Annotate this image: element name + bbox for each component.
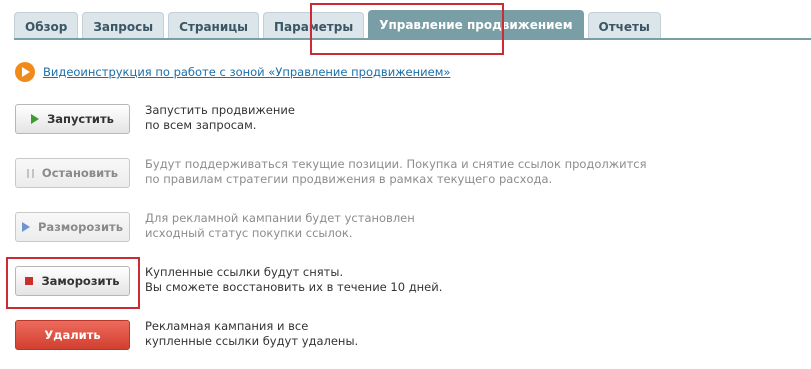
stop-button[interactable]: Остановить xyxy=(15,158,130,188)
start-button-label: Запустить xyxy=(47,112,114,126)
start-description-line1: Запустить продвижение xyxy=(145,103,295,117)
stop-description-line1: Будут поддерживаться текущие позиции. По… xyxy=(145,157,647,171)
play-icon xyxy=(31,114,40,124)
tab-queries[interactable]: Запросы xyxy=(82,12,165,40)
active-tab-highlight-frame xyxy=(310,3,504,55)
delete-action-row: Удалить Рекламная кампания и все купленн… xyxy=(15,319,358,350)
unfreeze-description-line2: исходный статус покупки ссылок. xyxy=(145,226,353,240)
stop-button-label: Остановить xyxy=(41,166,119,180)
start-action-row: Запустить Запустить продвижение по всем … xyxy=(15,103,295,134)
delete-button[interactable]: Удалить xyxy=(15,320,130,350)
freeze-button-highlight-frame xyxy=(6,257,140,309)
delete-description-line1: Рекламная кампания и все xyxy=(145,319,309,333)
play-icon xyxy=(22,222,30,232)
delete-button-label: Удалить xyxy=(44,328,101,342)
start-description: Запустить продвижение по всем запросам. xyxy=(145,103,295,133)
stop-description-line2: по правилам стратегии продвижения в рамк… xyxy=(145,172,553,186)
freeze-description: Купленные ссылки будут сняты. Вы сможете… xyxy=(145,265,442,295)
unfreeze-button-label: Разморозить xyxy=(38,220,123,234)
video-instruction-row: Видеоинструкция по работе с зоной «Управ… xyxy=(15,62,450,82)
delete-description: Рекламная кампания и все купленные ссылк… xyxy=(145,319,358,349)
freeze-description-line2: Вы сможете восстановить их в течение 10 … xyxy=(145,280,443,294)
unfreeze-action-row: Разморозить Для рекламной кампании будет… xyxy=(15,211,415,242)
stop-description: Будут поддерживаться текущие позиции. По… xyxy=(145,157,647,187)
tab-pages[interactable]: Страницы xyxy=(168,12,260,40)
play-circle-icon[interactable] xyxy=(15,62,35,82)
tab-overview[interactable]: Обзор xyxy=(14,12,79,40)
tab-reports[interactable]: Отчеты xyxy=(587,12,661,40)
delete-description-line2: купленные ссылки будут удалены. xyxy=(145,334,359,348)
unfreeze-description: Для рекламной кампании будет установлен … xyxy=(145,211,415,241)
freeze-description-line1: Купленные ссылки будут сняты. xyxy=(145,265,344,279)
unfreeze-button[interactable]: Разморозить xyxy=(15,212,130,242)
video-instruction-link[interactable]: Видеоинструкция по работе с зоной «Управ… xyxy=(43,65,450,79)
start-description-line2: по всем запросам. xyxy=(145,118,257,132)
start-button[interactable]: Запустить xyxy=(15,104,130,134)
unfreeze-description-line1: Для рекламной кампании будет установлен xyxy=(145,211,415,225)
pause-icon xyxy=(26,168,34,178)
stop-action-row: Остановить Будут поддерживаться текущие … xyxy=(15,157,647,188)
